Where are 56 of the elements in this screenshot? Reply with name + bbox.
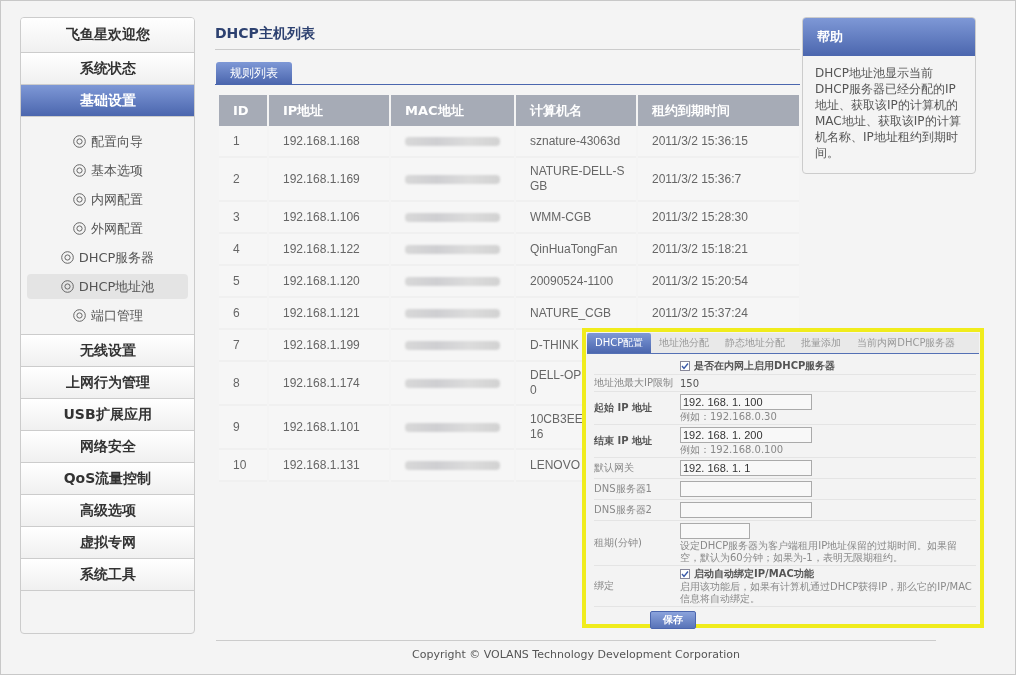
sidebar-item[interactable]: 网络安全 [21, 431, 194, 463]
sidebar-item[interactable]: 基础设置 [21, 85, 194, 117]
hint-text: 启用该功能后，如果有计算机通过DHCP获得IP，那么它的IP/MAC信息将自动绑定。 [680, 581, 973, 605]
field-label: DNS服务器1 [594, 482, 653, 496]
input-field[interactable]: 192. 168. 1. 200 [680, 427, 812, 443]
copyright-text: Copyright © VOLANS Technology Development Corporation [412, 648, 740, 661]
input-field[interactable] [680, 502, 812, 518]
circle-icon [72, 222, 86, 235]
hint-text: 设定DHCP服务器为客户端租用IP地址保留的过期时间。如果留空，默认为60分钟；如果为-1，表明无限期租约。 [680, 540, 959, 564]
circle-icon [72, 309, 86, 322]
circle-icon [72, 193, 86, 206]
circle-icon [60, 251, 74, 264]
submenu-item[interactable]: DHCP服务器 [27, 245, 188, 270]
sidebar-item[interactable]: 高级选项 [21, 495, 194, 527]
submenu-item[interactable]: 基本选项 [27, 158, 188, 183]
circle-icon [60, 280, 74, 293]
submenu-item[interactable]: 外网配置 [27, 216, 188, 241]
checkbox[interactable] [680, 361, 690, 371]
help-text: DHCP地址池显示当前DHCP服务器已经分配的IP地址、获取该IP的计算机的MAC地址、获取该IP的计算机名称、IP地址租约到期时间。 [814, 65, 962, 162]
circle-icon [72, 164, 86, 177]
input-field[interactable] [680, 523, 750, 539]
submenu-item[interactable]: DHCP地址池 [27, 274, 188, 299]
submenu-item[interactable]: 配置向导 [27, 129, 188, 154]
column-header: ID [219, 95, 267, 126]
hint-text: 例如：192.168.0.100 [680, 444, 785, 456]
sidebar-item[interactable]: 飞鱼星欢迎您 [21, 18, 194, 53]
page-title: DHCP主机列表 [215, 25, 800, 50]
sidebar-item[interactable]: 上网行为管理 [21, 367, 194, 399]
input-field[interactable]: 192. 168. 1. 100 [680, 394, 812, 410]
sidebar-item[interactable]: 虚拟专网 [21, 527, 194, 559]
input-field[interactable]: 192. 168. 1. 1 [680, 460, 812, 476]
field-label: DNS服务器2 [594, 503, 653, 517]
field-value: 150 [680, 377, 701, 389]
field-label: 默认网关 [594, 461, 635, 475]
hint-text: 例如：192.168.0.30 [680, 411, 778, 423]
sidebar-item[interactable]: USB扩展应用 [21, 399, 194, 431]
column-header: IP地址 [269, 95, 389, 126]
sidebar-item[interactable]: 系统工具 [21, 559, 194, 591]
tab[interactable]: DHCP配置 [587, 333, 652, 353]
submenu-item[interactable]: 内网配置 [27, 187, 188, 212]
field-label: 绑定 [594, 579, 615, 593]
sidebar-item[interactable]: 系统状态 [21, 53, 194, 85]
column-header: 计算机名 [516, 95, 636, 126]
help-title: 帮助 [803, 18, 975, 56]
field-label: 租期(分钟) [594, 536, 643, 550]
column-header: 租约到期时间 [638, 95, 799, 126]
sidebar-item[interactable]: 无线设置 [21, 335, 194, 367]
column-header: MAC地址 [391, 95, 514, 126]
sidebar-item[interactable]: QoS流量控制 [21, 463, 194, 495]
checkbox-label: 启动自动绑定IP/MAC功能 [694, 567, 814, 581]
tab[interactable]: 规则列表 [216, 62, 292, 84]
input-field[interactable] [680, 481, 812, 497]
checkbox-label: 是否在内网上启用DHCP服务器 [694, 359, 836, 373]
checkbox[interactable] [680, 569, 690, 579]
submenu-item[interactable]: 端口管理 [27, 303, 188, 328]
circle-icon [72, 135, 86, 148]
